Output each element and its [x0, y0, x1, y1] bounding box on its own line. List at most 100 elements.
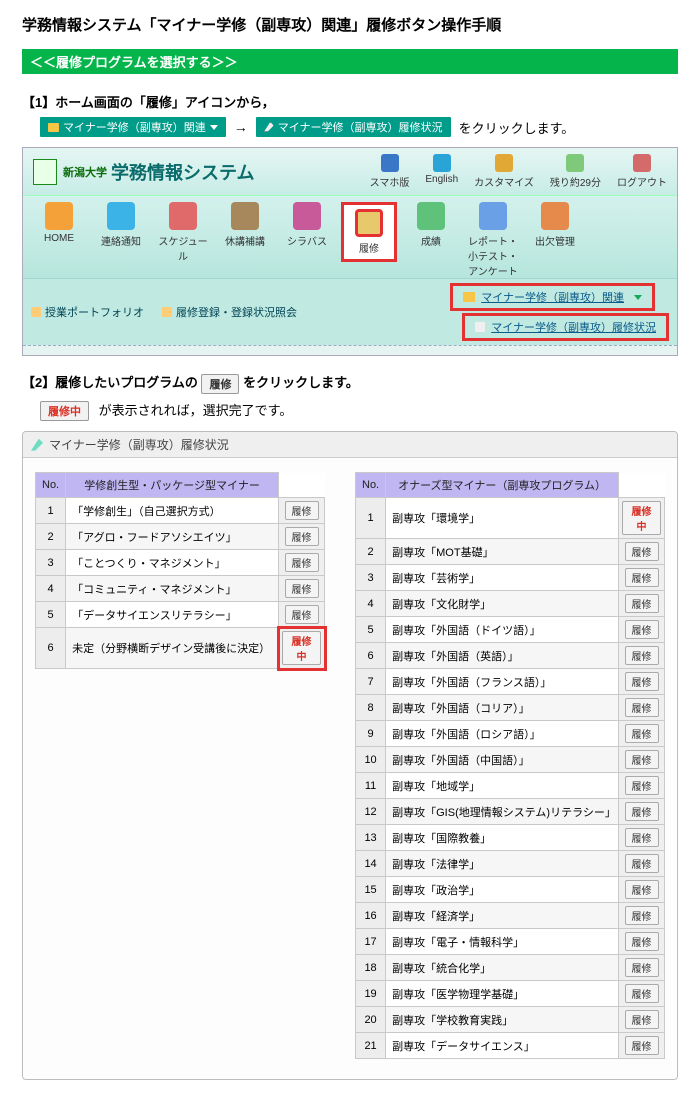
top-tools: スマホ版 English カスタマイズ残り約29分 ログアウト [370, 154, 667, 189]
subbar-registration[interactable]: 履修登録・登録状況照会 [162, 304, 297, 320]
step2-line1: 【2】履修したいプログラムの 履修 をクリックします。 [22, 372, 678, 394]
table-row: 21副専攻「データサイエンス」履修 [356, 1033, 665, 1059]
register-button[interactable]: 履修 [625, 854, 659, 873]
cell-no: 13 [356, 825, 386, 851]
top-tool[interactable]: English [425, 154, 458, 189]
cell-no: 9 [356, 721, 386, 747]
arrow-icon: → [234, 119, 248, 135]
register-button[interactable]: 履修 [625, 672, 659, 691]
tool-label: English [425, 174, 458, 185]
nav-item[interactable]: レポート・小テスト・アンケート [465, 202, 521, 278]
nav-icon [45, 202, 73, 230]
table-row: 3副専攻「芸術学」履修 [356, 565, 665, 591]
nav-item[interactable]: スケジュール [155, 202, 211, 263]
register-button[interactable]: 履修 [285, 553, 319, 572]
subbar-portfolio[interactable]: 授業ポートフォリオ [31, 304, 144, 320]
nav-icon [231, 202, 259, 230]
cell-name: 「ことつくり・マネジメント」 [66, 550, 279, 576]
table-row: 17副専攻「電子・情報科学」履修 [356, 929, 665, 955]
tool-icon [566, 154, 584, 172]
register-button[interactable]: 履修 [625, 750, 659, 769]
register-button[interactable]: 履修 [625, 594, 659, 613]
register-button[interactable]: 履修 [285, 527, 319, 546]
register-button[interactable]: 履修 [625, 646, 659, 665]
nav-icon [293, 202, 321, 230]
register-button[interactable]: 履修 [285, 605, 319, 624]
tool-label: 残り約29分 [550, 174, 601, 189]
register-button[interactable]: 履修 [285, 579, 319, 598]
register-button[interactable]: 履修 [625, 568, 659, 587]
cell-button: 履修 [619, 877, 665, 903]
nav-item[interactable]: 履修 [341, 202, 397, 262]
top-tool[interactable]: ログアウト [617, 154, 667, 189]
cell-button: 履修 [279, 550, 325, 576]
register-button[interactable]: 履修 [625, 1010, 659, 1029]
step1-label: 【1】ホーム画面の「履修」アイコンから， [22, 92, 678, 111]
nav-label: スケジュール [155, 233, 211, 263]
dropdown-label: マイナー学修（副専攻）関連 [481, 289, 624, 305]
register-button[interactable]: 履修 [625, 776, 659, 795]
top-tool[interactable]: 残り約29分 [550, 154, 601, 189]
table-row: 1「学修創生」（自己選択方式）履修 [36, 498, 325, 524]
nav-item[interactable]: 休講補講 [217, 202, 273, 248]
cell-no: 3 [36, 550, 66, 576]
register-button[interactable]: 履修 [625, 1036, 659, 1055]
table-row: 5「データサイエンスリテラシー」履修 [36, 602, 325, 628]
cell-no: 6 [36, 628, 66, 669]
pencil-icon [475, 322, 485, 332]
dropdown-minor-status[interactable]: マイナー学修（副専攻）履修状況 [462, 313, 669, 341]
cell-name: 副専攻「外国語（中国語）」 [386, 747, 619, 773]
register-button[interactable]: 履修 [625, 620, 659, 639]
table-row: 18副専攻「統合化学」履修 [356, 955, 665, 981]
top-tool[interactable]: カスタマイズ [474, 154, 534, 189]
cell-button: 履修 [279, 576, 325, 602]
nav-item[interactable]: 出欠管理 [527, 202, 583, 248]
inline-registered-button: 履修中 [40, 401, 89, 421]
table-row: 11副専攻「地域学」履修 [356, 773, 665, 799]
nav-icon [417, 202, 445, 230]
registered-button[interactable]: 履修中 [282, 631, 321, 665]
cell-button: 履修中 [619, 498, 665, 539]
register-button[interactable]: 履修 [625, 542, 659, 561]
registered-button[interactable]: 履修中 [622, 501, 661, 535]
pencil-icon [31, 307, 41, 317]
table-row: 16副専攻「経済学」履修 [356, 903, 665, 929]
table-row: 12副専攻「GIS(地理情報システム)リテラシー」履修 [356, 799, 665, 825]
nav-item[interactable]: シラバス [279, 202, 335, 248]
nav-item[interactable]: HOME [31, 202, 87, 244]
register-button[interactable]: 履修 [625, 906, 659, 925]
cell-no: 16 [356, 903, 386, 929]
cell-button: 履修 [619, 903, 665, 929]
table-row: 13副専攻「国際教養」履修 [356, 825, 665, 851]
cell-no: 15 [356, 877, 386, 903]
cell-button: 履修 [619, 799, 665, 825]
register-button[interactable]: 履修 [625, 802, 659, 821]
register-button[interactable]: 履修 [625, 880, 659, 899]
register-button[interactable]: 履修 [625, 932, 659, 951]
cell-name: 「コミュニティ・マネジメント」 [66, 576, 279, 602]
register-button[interactable]: 履修 [625, 698, 659, 717]
section-header: ＜＜履修プログラムを選択する＞＞ [22, 49, 678, 74]
cell-no: 5 [36, 602, 66, 628]
cell-no: 18 [356, 955, 386, 981]
step1-tail: をクリックします。 [459, 118, 575, 137]
cell-no: 2 [36, 524, 66, 550]
register-button[interactable]: 履修 [625, 828, 659, 847]
tool-icon [495, 154, 513, 172]
nav-item[interactable]: 連絡通知 [93, 202, 149, 248]
register-button[interactable]: 履修 [285, 501, 319, 520]
cell-button: 履修 [279, 498, 325, 524]
nav-label: レポート・小テスト・アンケート [465, 233, 521, 278]
top-tool[interactable]: スマホ版 [370, 154, 410, 189]
dropdown-icon [210, 125, 218, 130]
sub-bar: 授業ポートフォリオ 履修登録・登録状況照会 マイナー学修（副専攻）関連 マイナー… [23, 279, 677, 345]
table-row: 2「アグロ・フードアソシエイツ」履修 [36, 524, 325, 550]
register-button[interactable]: 履修 [625, 984, 659, 1003]
cell-button: 履修 [619, 591, 665, 617]
cell-button: 履修 [619, 695, 665, 721]
system-screenshot: 新潟大学 学務情報システム スマホ版Englishカスタマイズ残り約29分ログア… [22, 147, 678, 356]
dropdown-minor-related[interactable]: マイナー学修（副専攻）関連 [450, 283, 655, 311]
nav-item[interactable]: 成績 [403, 202, 459, 248]
register-button[interactable]: 履修 [625, 724, 659, 743]
register-button[interactable]: 履修 [625, 958, 659, 977]
